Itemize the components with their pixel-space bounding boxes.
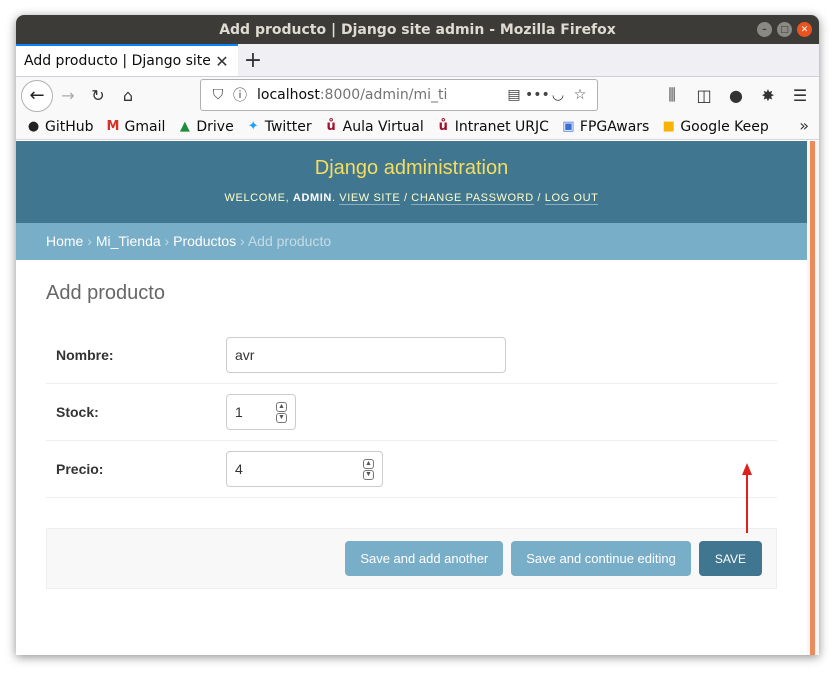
reader-view-icon[interactable]: ▤ xyxy=(503,87,525,103)
bookmark-twitter[interactable]: ✦ Twitter xyxy=(246,119,312,135)
bookmark-star-icon[interactable]: ☆ xyxy=(569,87,591,103)
url-host: localhost xyxy=(257,87,320,103)
form-row-precio: Precio: 4 ▲ ▼ xyxy=(46,441,777,498)
bookmark-google-keep[interactable]: ■ Google Keep xyxy=(661,119,769,135)
main-content: Add producto Nombre: avr Stock: 1 ▲ ▼ Pr… xyxy=(16,260,807,589)
page-actions-icon[interactable]: ••• xyxy=(525,87,550,103)
url-text[interactable]: localhost:8000/admin/mi_ti xyxy=(257,87,503,103)
decrement-icon[interactable]: ▼ xyxy=(363,470,374,480)
extension-icon[interactable]: ✸ xyxy=(753,80,783,110)
reload-icon: ↻ xyxy=(91,86,105,105)
precio-label: Precio: xyxy=(56,461,104,477)
username: admin xyxy=(292,192,332,204)
new-tab-button[interactable]: + xyxy=(238,44,268,76)
navigation-bar: ← → ↻ ⌂ ⛉ ⓘ localhost:8000/admin/mi_ti ▤… xyxy=(16,77,819,114)
stock-label: Stock: xyxy=(56,404,99,420)
toolbar-right: ⫼ ◫ ● ✸ ☰ xyxy=(657,80,815,110)
save-button[interactable]: SAVE xyxy=(698,541,762,576)
forward-arrow-icon: → xyxy=(61,86,75,105)
precio-value: 4 xyxy=(235,461,243,477)
breadcrumb-current: Add producto xyxy=(247,233,332,249)
urjc-icon: ů xyxy=(326,119,336,134)
maximize-button[interactable]: □ xyxy=(777,22,792,37)
site-info-icon[interactable]: ⓘ xyxy=(229,85,251,105)
back-arrow-icon: ← xyxy=(29,85,45,106)
gmail-icon: M xyxy=(106,119,120,134)
back-button[interactable]: ← xyxy=(21,79,53,112)
django-header: Django administration Welcome, admin. Vi… xyxy=(16,141,807,223)
bookmark-drive[interactable]: ▲ Drive xyxy=(177,119,234,135)
nombre-input[interactable]: avr xyxy=(226,337,506,373)
decrement-icon[interactable]: ▼ xyxy=(276,413,287,423)
url-path: :8000/admin/mi_ti xyxy=(319,87,448,103)
more-bookmarks-icon[interactable]: » xyxy=(799,116,809,135)
vertical-scrollbar[interactable] xyxy=(807,141,819,655)
bookmark-fpgawars[interactable]: ▣ FPGAwars xyxy=(561,119,649,135)
save-and-add-another-button[interactable]: Save and add another xyxy=(345,541,504,576)
stock-value: 1 xyxy=(235,404,243,420)
github-icon: ● xyxy=(27,119,40,134)
minimize-button[interactable]: – xyxy=(757,22,772,37)
bookmark-aula-virtual[interactable]: ů Aula Virtual xyxy=(324,119,423,135)
tracking-shield-icon[interactable]: ⛉ xyxy=(207,87,229,103)
annotation-arrow-icon xyxy=(742,463,752,533)
increment-icon[interactable]: ▲ xyxy=(363,459,374,469)
tab-add-producto[interactable]: Add producto | Django site admin ✕ xyxy=(16,44,238,76)
breadcrumb-app[interactable]: Mi_Tienda xyxy=(96,233,161,249)
keep-icon: ■ xyxy=(662,119,675,134)
page-title: Add producto xyxy=(46,282,165,304)
firefox-window: Add producto | Django site admin - Mozil… xyxy=(16,15,819,655)
window-controls: – □ ✕ xyxy=(757,22,812,37)
user-tools: Welcome, admin. View site / Change passw… xyxy=(224,192,599,205)
save-and-continue-button[interactable]: Save and continue editing xyxy=(511,541,691,576)
stock-stepper[interactable]: ▲ ▼ xyxy=(276,402,287,423)
increment-icon[interactable]: ▲ xyxy=(276,402,287,412)
precio-stepper[interactable]: ▲ ▼ xyxy=(363,459,374,480)
tab-title: Add producto | Django site admin xyxy=(24,53,214,69)
close-window-button[interactable]: ✕ xyxy=(797,22,812,37)
library-icon[interactable]: ⫼ xyxy=(657,80,687,110)
tab-strip: Add producto | Django site admin ✕ + xyxy=(16,44,819,77)
home-button[interactable]: ⌂ xyxy=(113,81,143,111)
breadcrumb-home[interactable]: Home xyxy=(46,233,83,249)
drive-icon: ▲ xyxy=(179,119,190,134)
view-site-link[interactable]: View site xyxy=(339,192,401,205)
pocket-icon[interactable]: ◡ xyxy=(547,87,569,103)
form-row-stock: Stock: 1 ▲ ▼ xyxy=(46,384,777,441)
nombre-label: Nombre: xyxy=(56,347,114,363)
urjc-icon: ů xyxy=(438,119,448,134)
tab-close-icon[interactable]: ✕ xyxy=(214,52,230,71)
nombre-value: avr xyxy=(235,347,255,363)
precio-input[interactable]: 4 ▲ ▼ xyxy=(226,451,383,487)
site-brand[interactable]: Django administration xyxy=(16,157,807,180)
breadcrumb-model[interactable]: Productos xyxy=(173,233,236,249)
bookmark-gmail[interactable]: M Gmail xyxy=(106,119,166,135)
title-bar: Add producto | Django site admin - Mozil… xyxy=(16,15,819,44)
menu-icon[interactable]: ☰ xyxy=(785,80,815,110)
bookmark-intranet-urjc[interactable]: ů Intranet URJC xyxy=(436,119,549,135)
log-out-link[interactable]: Log out xyxy=(544,192,599,205)
url-bar[interactable]: ⛉ ⓘ localhost:8000/admin/mi_ti ▤ ••• ◡ ☆ xyxy=(200,79,598,111)
bookmarks-bar: ● GitHub M Gmail ▲ Drive ✦ Twitter ů Aula Vir… xyxy=(16,114,819,140)
account-icon[interactable]: ● xyxy=(721,80,751,110)
change-password-link[interactable]: Change password xyxy=(411,192,534,205)
welcome-text: Welcome, xyxy=(224,192,290,204)
page-content: Django administration Welcome, admin. Vi… xyxy=(16,141,819,655)
twitter-icon: ✦ xyxy=(247,119,259,134)
breadcrumb: Home › Mi_Tienda › Productos › Add produ… xyxy=(16,223,807,260)
window-title: Add producto | Django site admin - Mozil… xyxy=(219,21,616,38)
submit-row: Save and add another Save and continue e… xyxy=(46,528,777,589)
stock-input[interactable]: 1 ▲ ▼ xyxy=(226,394,296,430)
bookmark-github[interactable]: ● GitHub xyxy=(26,119,94,135)
home-icon: ⌂ xyxy=(122,86,134,105)
forward-button[interactable]: → xyxy=(53,81,83,111)
reload-button[interactable]: ↻ xyxy=(83,81,113,111)
form-row-nombre: Nombre: avr xyxy=(46,327,777,384)
sidebar-icon[interactable]: ◫ xyxy=(689,80,719,110)
fpgawars-icon: ▣ xyxy=(562,119,575,134)
